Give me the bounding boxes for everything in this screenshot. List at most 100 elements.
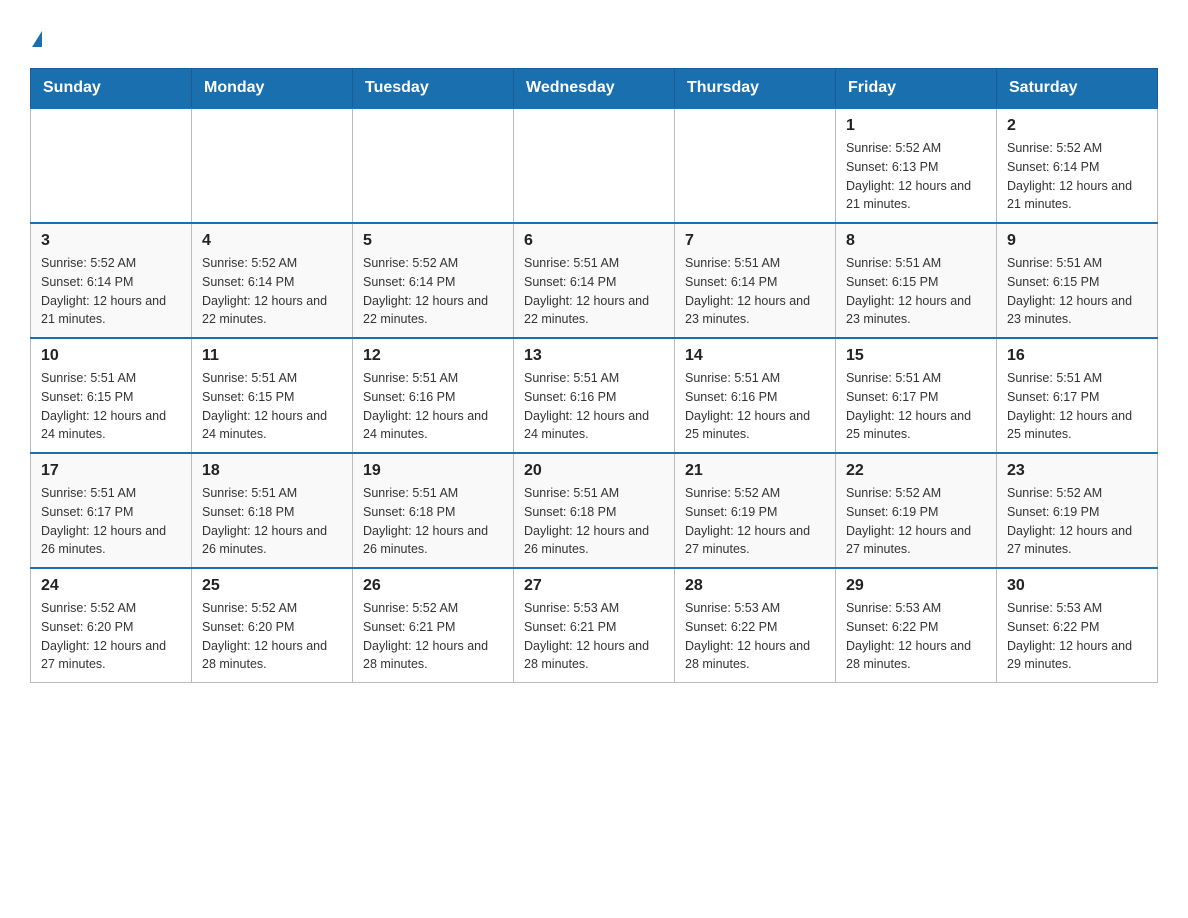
day-number: 10 bbox=[41, 347, 181, 365]
day-number: 11 bbox=[202, 347, 342, 365]
calendar-day-cell: 12 Sunrise: 5:51 AMSunset: 6:16 PMDaylig… bbox=[353, 338, 514, 453]
day-info: Sunrise: 5:51 AMSunset: 6:15 PMDaylight:… bbox=[1007, 254, 1147, 329]
day-number: 20 bbox=[524, 462, 664, 480]
calendar-week-row: 1 Sunrise: 5:52 AMSunset: 6:13 PMDayligh… bbox=[31, 108, 1158, 223]
calendar-day-cell: 9 Sunrise: 5:51 AMSunset: 6:15 PMDayligh… bbox=[997, 223, 1158, 338]
day-info: Sunrise: 5:52 AMSunset: 6:20 PMDaylight:… bbox=[202, 599, 342, 674]
day-info: Sunrise: 5:51 AMSunset: 6:17 PMDaylight:… bbox=[1007, 369, 1147, 444]
calendar-day-cell: 8 Sunrise: 5:51 AMSunset: 6:15 PMDayligh… bbox=[836, 223, 997, 338]
day-info: Sunrise: 5:51 AMSunset: 6:16 PMDaylight:… bbox=[685, 369, 825, 444]
day-number: 24 bbox=[41, 577, 181, 595]
day-info: Sunrise: 5:53 AMSunset: 6:22 PMDaylight:… bbox=[846, 599, 986, 674]
day-number: 13 bbox=[524, 347, 664, 365]
weekday-header: Friday bbox=[836, 69, 997, 109]
calendar-day-cell: 13 Sunrise: 5:51 AMSunset: 6:16 PMDaylig… bbox=[514, 338, 675, 453]
calendar-day-cell: 17 Sunrise: 5:51 AMSunset: 6:17 PMDaylig… bbox=[31, 453, 192, 568]
calendar-day-cell: 14 Sunrise: 5:51 AMSunset: 6:16 PMDaylig… bbox=[675, 338, 836, 453]
day-info: Sunrise: 5:53 AMSunset: 6:21 PMDaylight:… bbox=[524, 599, 664, 674]
day-number: 19 bbox=[363, 462, 503, 480]
weekday-header: Sunday bbox=[31, 69, 192, 109]
day-info: Sunrise: 5:52 AMSunset: 6:19 PMDaylight:… bbox=[685, 484, 825, 559]
day-number: 30 bbox=[1007, 577, 1147, 595]
weekday-header: Monday bbox=[192, 69, 353, 109]
day-number: 14 bbox=[685, 347, 825, 365]
calendar-day-cell: 2 Sunrise: 5:52 AMSunset: 6:14 PMDayligh… bbox=[997, 108, 1158, 223]
calendar-day-cell: 1 Sunrise: 5:52 AMSunset: 6:13 PMDayligh… bbox=[836, 108, 997, 223]
logo-triangle-icon bbox=[32, 31, 42, 47]
calendar-table: SundayMondayTuesdayWednesdayThursdayFrid… bbox=[30, 68, 1158, 683]
day-number: 18 bbox=[202, 462, 342, 480]
calendar-day-cell: 27 Sunrise: 5:53 AMSunset: 6:21 PMDaylig… bbox=[514, 568, 675, 683]
day-info: Sunrise: 5:51 AMSunset: 6:18 PMDaylight:… bbox=[524, 484, 664, 559]
calendar-day-cell: 29 Sunrise: 5:53 AMSunset: 6:22 PMDaylig… bbox=[836, 568, 997, 683]
calendar-day-cell: 19 Sunrise: 5:51 AMSunset: 6:18 PMDaylig… bbox=[353, 453, 514, 568]
day-number: 17 bbox=[41, 462, 181, 480]
calendar-day-cell: 10 Sunrise: 5:51 AMSunset: 6:15 PMDaylig… bbox=[31, 338, 192, 453]
day-info: Sunrise: 5:51 AMSunset: 6:15 PMDaylight:… bbox=[202, 369, 342, 444]
calendar-day-cell: 16 Sunrise: 5:51 AMSunset: 6:17 PMDaylig… bbox=[997, 338, 1158, 453]
day-info: Sunrise: 5:51 AMSunset: 6:16 PMDaylight:… bbox=[363, 369, 503, 444]
day-info: Sunrise: 5:52 AMSunset: 6:14 PMDaylight:… bbox=[1007, 139, 1147, 214]
calendar-week-row: 17 Sunrise: 5:51 AMSunset: 6:17 PMDaylig… bbox=[31, 453, 1158, 568]
day-number: 15 bbox=[846, 347, 986, 365]
day-info: Sunrise: 5:52 AMSunset: 6:14 PMDaylight:… bbox=[363, 254, 503, 329]
calendar-week-row: 10 Sunrise: 5:51 AMSunset: 6:15 PMDaylig… bbox=[31, 338, 1158, 453]
weekday-header: Wednesday bbox=[514, 69, 675, 109]
day-info: Sunrise: 5:51 AMSunset: 6:15 PMDaylight:… bbox=[846, 254, 986, 329]
day-number: 9 bbox=[1007, 232, 1147, 250]
day-number: 27 bbox=[524, 577, 664, 595]
calendar-day-cell bbox=[675, 108, 836, 223]
calendar-day-cell: 30 Sunrise: 5:53 AMSunset: 6:22 PMDaylig… bbox=[997, 568, 1158, 683]
day-info: Sunrise: 5:51 AMSunset: 6:17 PMDaylight:… bbox=[846, 369, 986, 444]
calendar-day-cell: 6 Sunrise: 5:51 AMSunset: 6:14 PMDayligh… bbox=[514, 223, 675, 338]
day-info: Sunrise: 5:52 AMSunset: 6:19 PMDaylight:… bbox=[846, 484, 986, 559]
calendar-day-cell: 11 Sunrise: 5:51 AMSunset: 6:15 PMDaylig… bbox=[192, 338, 353, 453]
day-info: Sunrise: 5:51 AMSunset: 6:14 PMDaylight:… bbox=[524, 254, 664, 329]
calendar-day-cell: 25 Sunrise: 5:52 AMSunset: 6:20 PMDaylig… bbox=[192, 568, 353, 683]
calendar-day-cell bbox=[31, 108, 192, 223]
calendar-day-cell: 28 Sunrise: 5:53 AMSunset: 6:22 PMDaylig… bbox=[675, 568, 836, 683]
day-info: Sunrise: 5:52 AMSunset: 6:21 PMDaylight:… bbox=[363, 599, 503, 674]
day-number: 5 bbox=[363, 232, 503, 250]
day-info: Sunrise: 5:51 AMSunset: 6:16 PMDaylight:… bbox=[524, 369, 664, 444]
day-number: 3 bbox=[41, 232, 181, 250]
day-number: 2 bbox=[1007, 117, 1147, 135]
weekday-header: Thursday bbox=[675, 69, 836, 109]
calendar-day-cell bbox=[192, 108, 353, 223]
day-info: Sunrise: 5:51 AMSunset: 6:15 PMDaylight:… bbox=[41, 369, 181, 444]
calendar-day-cell: 15 Sunrise: 5:51 AMSunset: 6:17 PMDaylig… bbox=[836, 338, 997, 453]
day-info: Sunrise: 5:52 AMSunset: 6:13 PMDaylight:… bbox=[846, 139, 986, 214]
day-info: Sunrise: 5:53 AMSunset: 6:22 PMDaylight:… bbox=[685, 599, 825, 674]
calendar-day-cell: 7 Sunrise: 5:51 AMSunset: 6:14 PMDayligh… bbox=[675, 223, 836, 338]
day-info: Sunrise: 5:51 AMSunset: 6:14 PMDaylight:… bbox=[685, 254, 825, 329]
calendar-day-cell: 18 Sunrise: 5:51 AMSunset: 6:18 PMDaylig… bbox=[192, 453, 353, 568]
day-info: Sunrise: 5:52 AMSunset: 6:20 PMDaylight:… bbox=[41, 599, 181, 674]
day-info: Sunrise: 5:53 AMSunset: 6:22 PMDaylight:… bbox=[1007, 599, 1147, 674]
day-number: 8 bbox=[846, 232, 986, 250]
logo bbox=[30, 20, 42, 48]
calendar-week-row: 3 Sunrise: 5:52 AMSunset: 6:14 PMDayligh… bbox=[31, 223, 1158, 338]
calendar-day-cell: 3 Sunrise: 5:52 AMSunset: 6:14 PMDayligh… bbox=[31, 223, 192, 338]
calendar-week-row: 24 Sunrise: 5:52 AMSunset: 6:20 PMDaylig… bbox=[31, 568, 1158, 683]
day-number: 12 bbox=[363, 347, 503, 365]
day-number: 26 bbox=[363, 577, 503, 595]
day-number: 16 bbox=[1007, 347, 1147, 365]
day-number: 25 bbox=[202, 577, 342, 595]
calendar-day-cell: 23 Sunrise: 5:52 AMSunset: 6:19 PMDaylig… bbox=[997, 453, 1158, 568]
day-info: Sunrise: 5:51 AMSunset: 6:17 PMDaylight:… bbox=[41, 484, 181, 559]
page-header bbox=[30, 20, 1158, 48]
day-number: 1 bbox=[846, 117, 986, 135]
calendar-day-cell: 5 Sunrise: 5:52 AMSunset: 6:14 PMDayligh… bbox=[353, 223, 514, 338]
calendar-day-cell: 24 Sunrise: 5:52 AMSunset: 6:20 PMDaylig… bbox=[31, 568, 192, 683]
weekday-header: Tuesday bbox=[353, 69, 514, 109]
day-number: 7 bbox=[685, 232, 825, 250]
day-number: 21 bbox=[685, 462, 825, 480]
weekday-header: Saturday bbox=[997, 69, 1158, 109]
calendar-day-cell: 26 Sunrise: 5:52 AMSunset: 6:21 PMDaylig… bbox=[353, 568, 514, 683]
day-info: Sunrise: 5:51 AMSunset: 6:18 PMDaylight:… bbox=[363, 484, 503, 559]
day-number: 29 bbox=[846, 577, 986, 595]
day-info: Sunrise: 5:52 AMSunset: 6:14 PMDaylight:… bbox=[41, 254, 181, 329]
day-info: Sunrise: 5:52 AMSunset: 6:19 PMDaylight:… bbox=[1007, 484, 1147, 559]
calendar-day-cell: 22 Sunrise: 5:52 AMSunset: 6:19 PMDaylig… bbox=[836, 453, 997, 568]
day-number: 22 bbox=[846, 462, 986, 480]
